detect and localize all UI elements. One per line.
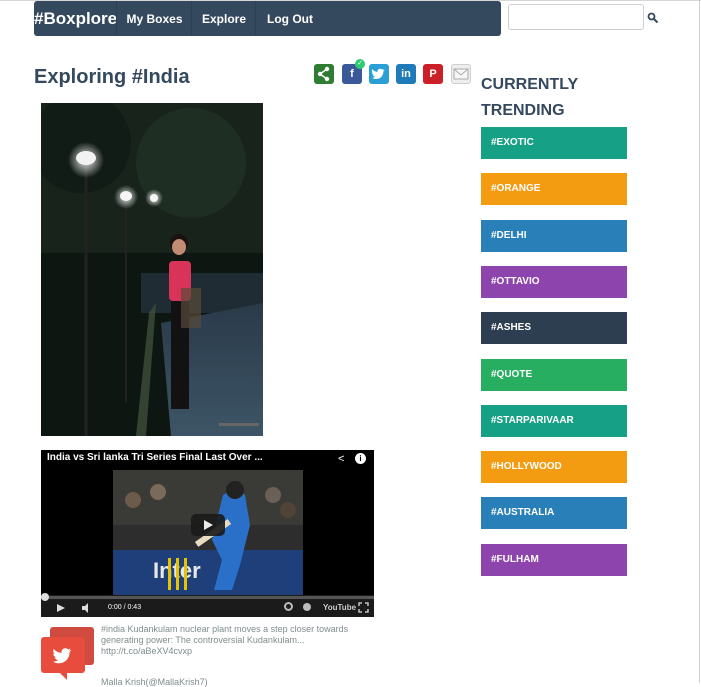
youtube-logo[interactable]: YouTube [323, 603, 356, 612]
settings-icon[interactable] [284, 602, 293, 611]
trending-tag[interactable]: #HOLLYWOOD [481, 451, 627, 484]
share-icon[interactable] [314, 64, 334, 84]
trending-tag[interactable]: #ASHES [481, 312, 627, 345]
volume-icon[interactable] [81, 603, 93, 613]
trending-tag[interactable]: #OTTAVIO [481, 265, 627, 298]
trending-tag[interactable]: #QUOTE [481, 358, 627, 391]
twitter-icon[interactable] [369, 64, 389, 84]
trending-tag[interactable]: #ORANGE [481, 173, 627, 206]
video-scrubber[interactable] [41, 593, 49, 601]
linkedin-icon[interactable]: in [396, 64, 416, 84]
play-button[interactable] [191, 514, 225, 536]
trending-tag[interactable]: #AUSTRALIA [481, 497, 627, 530]
email-icon[interactable] [451, 64, 471, 84]
trending-tag[interactable]: #STARPARIVAAR [481, 404, 627, 437]
explore-photo[interactable] [41, 103, 263, 436]
video-progress-bar[interactable] [41, 596, 374, 599]
video-player[interactable]: Inter India vs Sri lanka Tri Series Fina… [41, 450, 374, 617]
video-title[interactable]: India vs Sri lanka Tri Series Final Last… [47, 452, 263, 463]
trending-tag[interactable]: #FULHAM [481, 543, 627, 576]
trending-title: CURRENTLY TRENDING [481, 76, 578, 119]
twitter-bird-icon [41, 637, 85, 673]
pinterest-icon[interactable]: P [423, 64, 443, 84]
check-icon: ✓ [355, 59, 365, 69]
tweet-text[interactable]: #india Kudankulam nuclear plant moves a … [101, 624, 361, 657]
nav-explore[interactable]: Explore [191, 1, 256, 36]
trending-tag[interactable]: #EXOTIC [481, 127, 627, 159]
play-icon[interactable] [56, 603, 66, 613]
video-time: 0:00 / 0:43 [108, 604, 142, 611]
watch-later-icon[interactable] [303, 603, 311, 611]
top-navbar: #Boxplore My Boxes Explore Log Out [34, 1, 501, 36]
window-edge [699, 0, 700, 683]
video-share-icon[interactable]: < [338, 453, 344, 465]
search-icon[interactable] [647, 12, 659, 24]
page-title: Exploring #India [34, 66, 190, 88]
tweet-user[interactable]: Malla Krish(@MallaKrish7) [101, 677, 208, 687]
nav-my-boxes[interactable]: My Boxes [116, 1, 192, 36]
nav-log-out[interactable]: Log Out [255, 1, 324, 36]
trending-tag[interactable]: #DELHI [481, 219, 627, 252]
tweet-badge-tail [59, 672, 67, 680]
search-input[interactable] [508, 4, 644, 30]
brand-logo[interactable]: #Boxplore [34, 1, 117, 36]
fullscreen-icon[interactable] [358, 602, 369, 613]
video-info-icon[interactable]: i [355, 453, 366, 464]
